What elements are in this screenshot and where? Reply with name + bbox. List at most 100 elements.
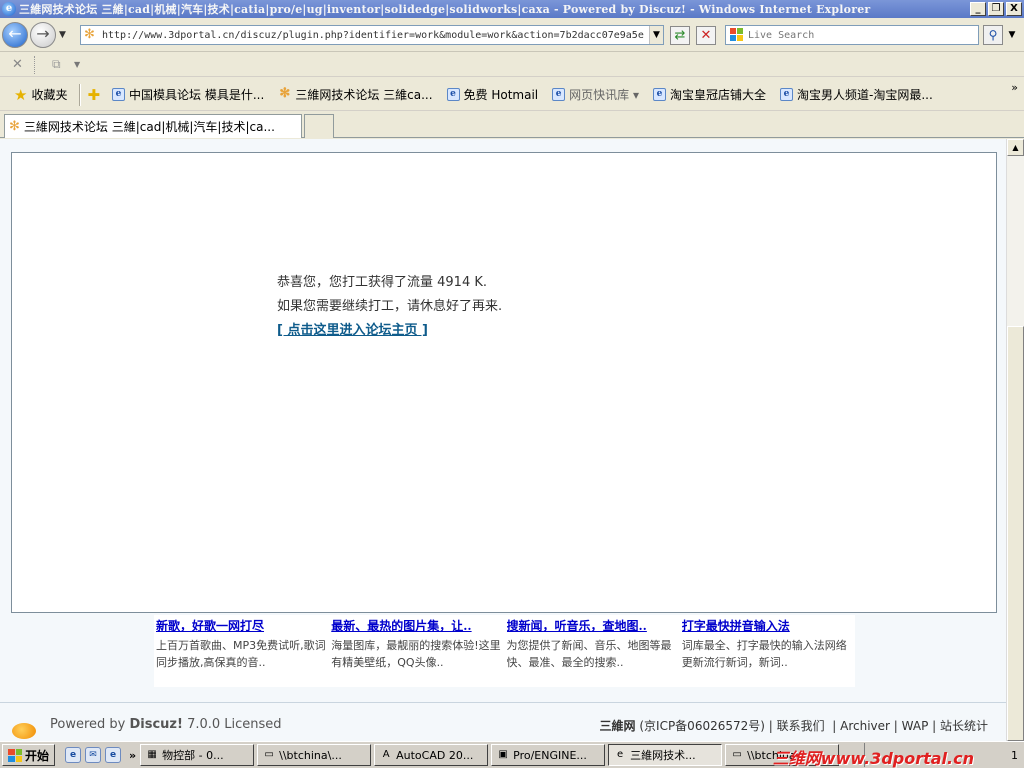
toolbar-grip[interactable] (34, 56, 36, 74)
windows-logo-icon (8, 748, 22, 762)
refresh-button[interactable]: ⇄ (670, 26, 690, 45)
search-input[interactable] (748, 29, 968, 41)
site-name[interactable]: 三維网 (600, 719, 636, 733)
ad-item[interactable]: 最新、最热的图片集，让.. 海量图库，最靓丽的搜索体验!这里有精美壁纸，QQ头像… (329, 615, 504, 687)
footer-links: 三維网 (京ICP备06026572号) | 联系我们 | Archiver |… (599, 719, 989, 733)
message-line-1: 恭喜您，您打工获得了流量 4914 K. (277, 275, 488, 290)
vertical-scrollbar[interactable]: ▲ (1006, 139, 1024, 741)
favorite-item[interactable]: e 中国模具论坛 模具是什... (108, 84, 268, 105)
folder-icon: ▭ (264, 749, 274, 760)
taskbar-item-label: Pro/ENGINE... (513, 748, 587, 762)
ad-description: 上百万首歌曲、MP3免费试听,歌词同步播放,高保真的音.. (156, 639, 326, 669)
new-tab-button[interactable] (304, 114, 334, 138)
icp-number[interactable]: (京ICP备06026572号) (639, 719, 765, 733)
maximize-button[interactable]: ❐ (988, 2, 1004, 16)
ad-title[interactable]: 搜新闻，听音乐，查地图.. (507, 617, 678, 634)
forum-home-link[interactable]: [ 点击这里进入论坛主页 ] (277, 323, 428, 338)
taskbar-item[interactable]: ▭ \\btchina\... (257, 744, 372, 766)
address-dropdown-icon[interactable]: ▼ (649, 26, 663, 44)
app-icon: ▦ (147, 749, 157, 760)
message-content: 恭喜您，您打工获得了流量 4914 K. 如果您需要继续打工，请休息好了再来. … (277, 271, 502, 343)
quick-launch: e ✉ e (65, 747, 122, 763)
ad-item[interactable]: 打字最快拼音输入法 词库最全、打字最快的输入法网络更新流行新词，新词.. (680, 615, 855, 687)
ad-item[interactable]: 搜新闻，听音乐，查地图.. 为您提供了新闻、音乐、地图等最快、最准、最全的搜索.… (505, 615, 680, 687)
taskbar-item-label: AutoCAD 20... (396, 748, 474, 762)
scroll-thumb[interactable] (1007, 326, 1024, 741)
start-button[interactable]: 开始 (2, 744, 56, 766)
clock[interactable]: 1 (1011, 749, 1018, 762)
favorite-item-label: 网页快讯库 ▾ (569, 88, 639, 102)
favorite-item[interactable]: e 淘宝皇冠店铺大全 (649, 84, 770, 105)
site-favicon-icon: ✻ (279, 86, 291, 101)
stop-button[interactable]: ✕ (696, 26, 716, 45)
taskbar-item-label: 物控部 - 0... (162, 749, 224, 762)
title-bar: e 三維网技术论坛 三維|cad|机械|汽车|技术|catia|pro/e|ug… (0, 0, 1024, 18)
taskbar-item-active[interactable]: e 三維网技术... (608, 744, 723, 766)
search-icon[interactable]: ⚲ (983, 25, 1003, 45)
tab-strip: ✻ 三維网技术论坛 三維|cad|机械|汽车|技术|ca... (0, 112, 1024, 138)
favorite-item[interactable]: e 免费 Hotmail (443, 84, 543, 105)
taskbar-item[interactable]: ▣ Pro/ENGINE... (491, 744, 606, 766)
wap-link[interactable]: WAP (902, 719, 929, 733)
ad-title[interactable]: 新歌，好歌一网打尽 (156, 617, 327, 634)
tab-active[interactable]: ✻ 三維网技术论坛 三維|cad|机械|汽车|技术|ca... (4, 114, 302, 138)
ad-description: 词库最全、打字最快的输入法网络更新流行新词，新词.. (681, 639, 847, 669)
discuz-link[interactable]: Discuz! (129, 717, 182, 732)
favorite-item[interactable]: e 淘宝男人频道-淘宝网最... (776, 84, 937, 105)
site-favicon-icon: ✻ (84, 27, 95, 42)
window-title: 三維网技术论坛 三維|cad|机械|汽车|技术|catia|pro/e|ug|i… (19, 3, 871, 16)
forward-button[interactable]: → (30, 22, 56, 48)
taskbar-item[interactable]: ▦ 物控部 - 0... (140, 744, 255, 766)
message-line-2: 如果您需要继续打工，请休息好了再来. (277, 299, 503, 314)
favorite-item-label: 淘宝男人频道-淘宝网最... (797, 88, 933, 102)
search-box[interactable] (725, 25, 979, 45)
ad-banner: 新歌，好歌一网打尽 上百万首歌曲、MP3免费试听,歌词同步播放,高保真的音.. … (154, 615, 855, 687)
ie-page-icon: e (112, 88, 126, 101)
favorite-item[interactable]: ✻ 三維网技术论坛 三維ca... (274, 84, 436, 105)
close-button[interactable]: X (1006, 2, 1022, 16)
archiver-link[interactable]: Archiver (840, 719, 890, 733)
ad-title[interactable]: 最新、最热的图片集，让.. (331, 617, 502, 634)
favorite-item-label: 免费 Hotmail (463, 88, 539, 102)
toolbar-tool-dropdown-icon[interactable]: ▼ (74, 60, 80, 69)
favorites-center-button[interactable]: ★ 收藏夹 (8, 83, 73, 107)
proengineer-icon: ▣ (498, 749, 508, 760)
ie-icon: e (617, 749, 624, 760)
page-footer: Powered by Discuz! 7.0.0 Licensed 三維网 (京… (0, 703, 1006, 741)
tab-label: 三維网技术论坛 三維|cad|机械|汽车|技术|ca... (23, 120, 275, 134)
ad-title[interactable]: 打字最快拼音输入法 (682, 617, 853, 634)
history-dropdown-icon[interactable]: ▼ (59, 30, 66, 40)
ie-page-icon: e (652, 88, 666, 101)
back-button[interactable]: ← (2, 22, 28, 48)
favorites-star-icon: ★ (14, 85, 28, 104)
ad-item[interactable]: 新歌，好歌一网打尽 上百万首歌曲、MP3免费试听,歌词同步播放,高保真的音.. (154, 615, 329, 687)
ad-description: 海量图库，最靓丽的搜索体验!这里有精美壁纸，QQ头像.. (331, 639, 501, 669)
taskbar-item-label: \\btchina\... (279, 748, 342, 762)
ie-icon: e (2, 2, 16, 16)
scroll-up-arrow-icon[interactable]: ▲ (1007, 139, 1024, 156)
contact-us-link[interactable]: 联系我们 (777, 719, 825, 733)
favorites-label: 收藏夹 (31, 88, 68, 102)
ie-quicklaunch-icon[interactable]: e (65, 747, 82, 763)
taskbar-item[interactable]: A AutoCAD 20... (374, 744, 489, 766)
favorite-item[interactable]: e 网页快讯库 ▾ (548, 84, 643, 105)
message-box: 恭喜您，您打工获得了流量 4914 K. 如果您需要继续打工，请休息好了再来. … (11, 152, 997, 613)
close-toolbar-icon[interactable]: ✕ (12, 57, 23, 72)
address-bar[interactable]: ✻ http://www.3dportal.cn/discuz/plugin.p… (80, 25, 664, 45)
favorites-more-chevron-icon[interactable]: » (1011, 81, 1018, 94)
search-options-dropdown-icon[interactable]: ▼ (1005, 25, 1019, 45)
quicklaunch-more-icon[interactable]: » (129, 749, 136, 762)
ie-quicklaunch-icon[interactable]: e (105, 747, 122, 763)
toolbar-tool-icon[interactable]: ⧉ (52, 57, 61, 72)
favorite-item-label: 中国模具论坛 模具是什... (129, 88, 265, 102)
window-controls: _ ❐ X (970, 2, 1022, 16)
outlook-quicklaunch-icon[interactable]: ✉ (85, 747, 102, 763)
add-favorite-icon[interactable]: ✚ (87, 86, 100, 104)
address-url[interactable]: http://www.3dportal.cn/discuz/plugin.php… (102, 30, 648, 41)
minimize-button[interactable]: _ (970, 2, 986, 16)
discuz-logo-icon (12, 723, 36, 739)
web-slice-icon: e (552, 88, 566, 101)
favorite-item-label: 三維网技术论坛 三維ca... (295, 88, 433, 102)
site-watermark: 三维网www.3dportal.cn (772, 749, 974, 768)
stats-link[interactable]: 站长统计 (940, 719, 988, 733)
